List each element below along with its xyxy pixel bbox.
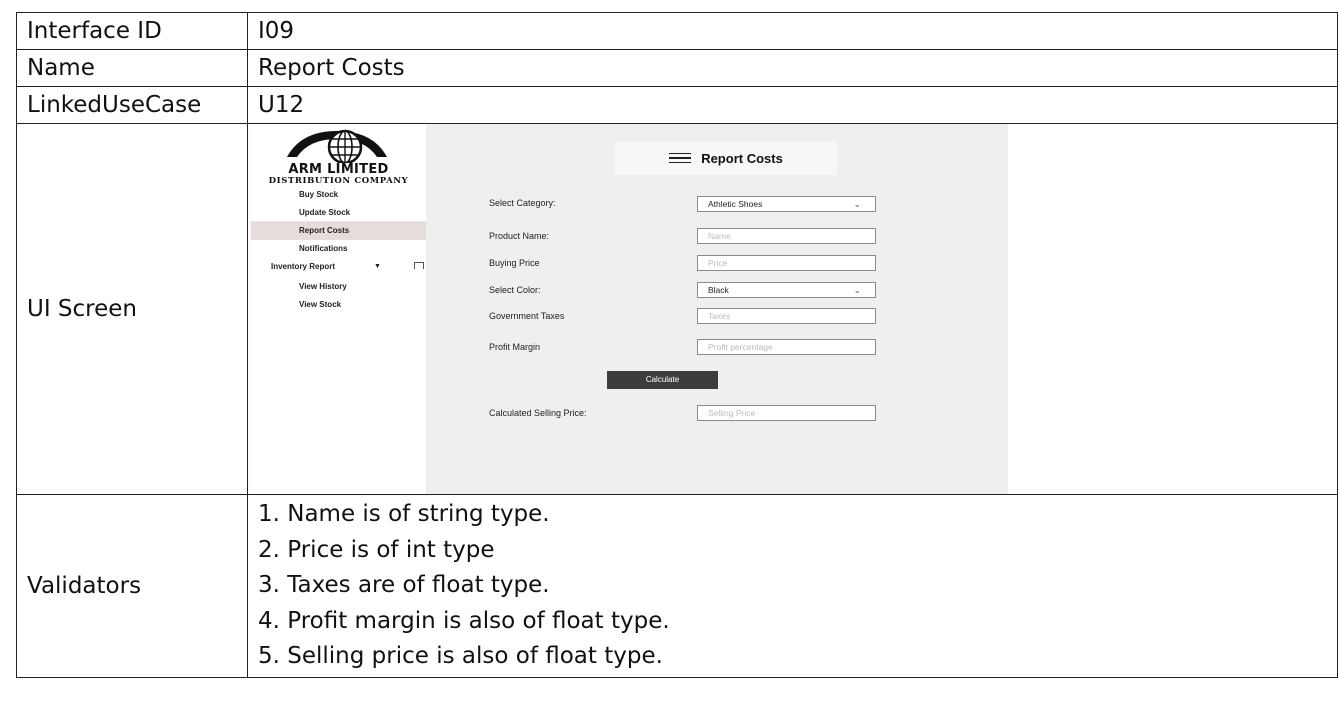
category-select[interactable]: Athletic Shoes ⌄ — [697, 196, 876, 212]
nav-view-history[interactable]: View History — [251, 278, 426, 296]
chevron-down-icon: ⌄ — [853, 199, 861, 209]
color-value: Black — [708, 285, 729, 295]
buying-price-label: Buying Price — [489, 258, 540, 268]
validators-list: 1. Name is of string type. 2. Price is o… — [258, 497, 1337, 675]
validator-item: 5. Selling price is also of float type. — [258, 643, 663, 670]
selling-price-label: Calculated Selling Price: — [489, 408, 587, 418]
taxes-input[interactable]: Taxes — [697, 308, 876, 324]
validator-item: 4. Profit margin is also of float type. — [258, 607, 670, 634]
nav-inventory-report-label: Inventory Report — [271, 262, 336, 271]
page-title: Report Costs — [701, 150, 783, 166]
interface-id-value: I09 — [247, 12, 1338, 50]
globe-logo-icon — [287, 129, 387, 163]
nav-buy-stock[interactable]: Buy Stock — [251, 186, 426, 204]
name-label: Name — [16, 49, 248, 87]
interface-id-label: Interface ID — [16, 12, 248, 50]
ui-screenshot: ← ARM LIMITED DISTRIBUTION COMPANY Buy S… — [248, 124, 1008, 494]
selling-price-output[interactable]: Selling Price — [697, 405, 876, 421]
calculate-button[interactable]: Calculate — [607, 371, 718, 389]
color-select[interactable]: Black ⌄ — [697, 282, 876, 298]
brand-tagline: DISTRIBUTION COMPANY — [268, 176, 409, 186]
linked-use-case-value: U12 — [247, 86, 1338, 124]
hamburger-menu-icon[interactable] — [669, 152, 692, 164]
buying-price-input[interactable]: Price — [697, 255, 876, 271]
nav-update-stock[interactable]: Update Stock — [251, 204, 426, 222]
linked-use-case-label: LinkedUseCase — [16, 86, 248, 124]
product-name-label: Product Name: — [489, 231, 550, 241]
row-ui-screen: UI Screen ← ARM LIMITED DISTRIBUTION — [16, 123, 1338, 495]
taxes-label: Government Taxes — [489, 311, 565, 321]
interface-spec-table: Interface ID I09 Name Report Costs Linke… — [16, 12, 1338, 678]
row-interface-id: Interface ID I09 — [16, 12, 1338, 50]
sidebar: ← ARM LIMITED DISTRIBUTION COMPANY Buy S… — [251, 124, 436, 494]
profit-input[interactable]: Profit percentage — [697, 339, 876, 355]
color-label: Select Color: — [489, 285, 541, 295]
row-name: Name Report Costs — [16, 49, 1338, 87]
validator-item: 2. Price is of int type — [258, 536, 495, 563]
main-panel: Report Costs Select Category: Athletic S… — [426, 124, 1008, 494]
row-linked-use-case: LinkedUseCase U12 — [16, 86, 1338, 124]
nav-report-costs[interactable]: Report Costs — [251, 222, 426, 240]
keyboard-icon — [414, 262, 424, 269]
profit-label: Profit Margin — [489, 342, 541, 352]
category-value: Athletic Shoes — [708, 199, 763, 209]
validator-item: 3. Taxes are of float type. — [258, 572, 550, 599]
nav-notifications[interactable]: Notifications — [251, 240, 426, 258]
row-validators: Validators 1. Name is of string type. 2.… — [16, 494, 1338, 678]
page-header: Report Costs — [615, 141, 837, 175]
validator-item: 1. Name is of string type. — [258, 501, 550, 528]
validators-label: Validators — [16, 494, 248, 678]
chevron-down-icon: ⌄ — [853, 285, 861, 295]
ui-screen-cell: ← ARM LIMITED DISTRIBUTION COMPANY Buy S… — [247, 123, 1338, 495]
caret-down-icon[interactable]: ▼ — [374, 258, 381, 276]
brand-name: ARM LIMITED — [288, 162, 389, 177]
nav-view-stock[interactable]: View Stock — [251, 296, 426, 314]
product-name-input[interactable]: Name — [697, 228, 876, 244]
nav-inventory-report[interactable]: Inventory Report ▼ — [251, 258, 426, 276]
name-value: Report Costs — [247, 49, 1338, 87]
category-label: Select Category: — [489, 198, 556, 208]
ui-screen-label: UI Screen — [16, 123, 248, 495]
validators-cell: 1. Name is of string type. 2. Price is o… — [247, 494, 1338, 678]
